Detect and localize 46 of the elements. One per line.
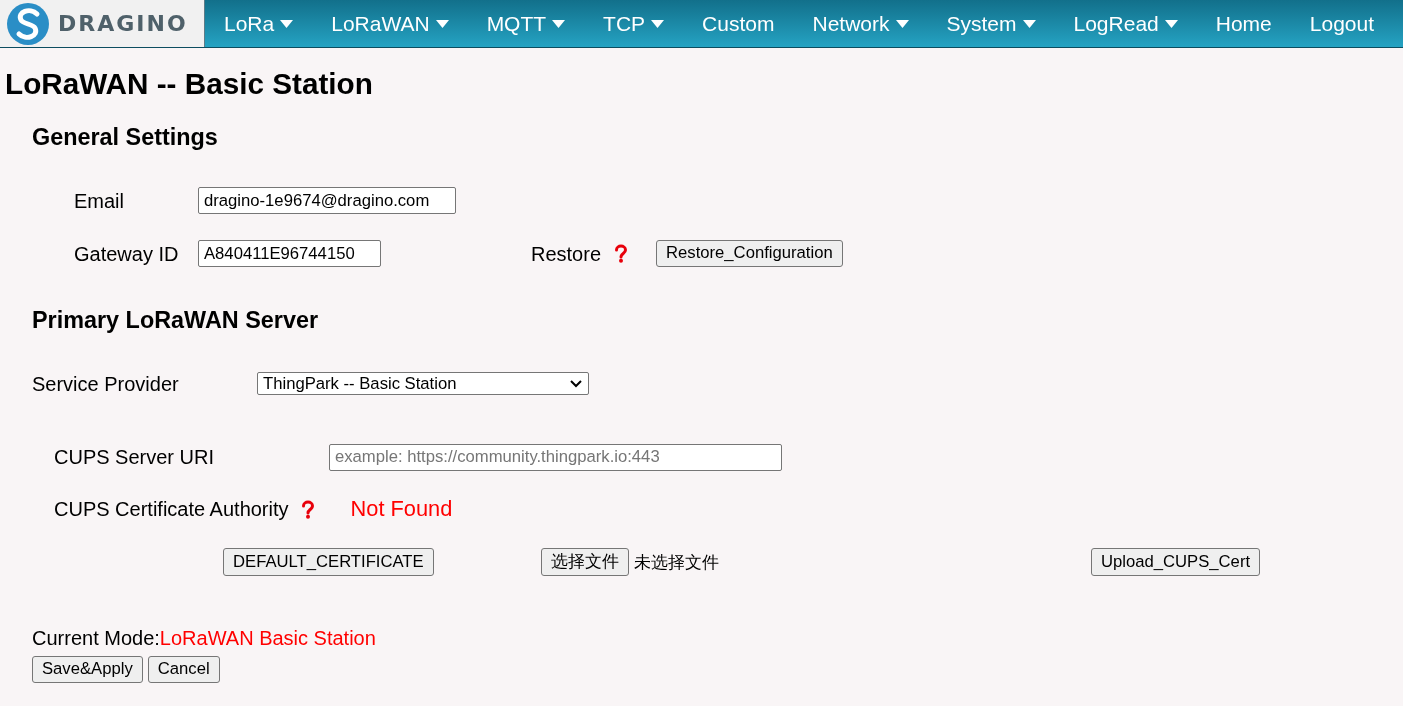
section-heading: Primary LoRaWAN Server bbox=[32, 306, 319, 334]
restore-configuration-button[interactable]: Restore_Configuration bbox=[656, 240, 843, 267]
page-title: LoRaWAN -- Basic Station bbox=[5, 67, 374, 101]
service-provider-select[interactable]: ThingPark -- Basic Station bbox=[257, 372, 589, 395]
current-mode-value: LoRaWAN Basic Station bbox=[159, 626, 376, 651]
help-icon[interactable] bbox=[614, 244, 629, 263]
chevron-down-icon bbox=[570, 379, 582, 388]
nav-item[interactable]: System bbox=[927, 0, 1055, 47]
field-label: Email bbox=[74, 188, 125, 214]
caret-icon bbox=[435, 19, 449, 28]
nav-item[interactable]: LoRa bbox=[205, 0, 313, 47]
field-label: CUPS Certificate Authority bbox=[54, 497, 289, 522]
nav-item[interactable]: LoRaWAN bbox=[312, 0, 468, 47]
cups-server-uri-field[interactable]: example: https://community.thingpark.io:443 bbox=[329, 443, 782, 471]
status-text: Not Found bbox=[350, 494, 453, 523]
nav-item[interactable]: Logout bbox=[1290, 0, 1394, 47]
field-label: CUPS Server URI bbox=[54, 445, 216, 470]
logo-icon bbox=[6, 1, 50, 46]
logo-area[interactable]: DRAGINO bbox=[0, 0, 205, 47]
field-label: Restore bbox=[531, 241, 602, 267]
caret-icon bbox=[895, 19, 909, 28]
field-label: Service Provider bbox=[32, 371, 180, 397]
caret-icon bbox=[1164, 19, 1178, 28]
default-certificate-button[interactable]: DEFAULT_CERTIFICATE bbox=[223, 548, 434, 576]
nav-item[interactable]: LogRead bbox=[1054, 0, 1197, 47]
cancel-button[interactable]: Cancel bbox=[147, 656, 220, 683]
file-status-text: 未选择文件 bbox=[634, 551, 719, 574]
email-field[interactable]: dragino-1e9674@dragino.com bbox=[198, 187, 456, 214]
save-apply-button[interactable]: Save&Apply bbox=[32, 656, 143, 683]
logo-text: DRAGINO bbox=[58, 10, 188, 38]
gateway-id-field[interactable]: A840411E96744150 bbox=[198, 240, 381, 267]
nav-item[interactable]: Home bbox=[1196, 0, 1291, 47]
current-mode-label: Current Mode: bbox=[32, 626, 160, 651]
caret-icon bbox=[552, 19, 566, 28]
caret-icon bbox=[651, 19, 665, 28]
upload-cups-cert-button[interactable]: Upload_CUPS_Cert bbox=[1091, 548, 1261, 576]
caret-icon bbox=[280, 19, 294, 28]
nav-item[interactable]: Network bbox=[793, 0, 928, 47]
nav-item[interactable]: MQTT bbox=[467, 0, 585, 47]
section-heading: General Settings bbox=[32, 123, 219, 151]
nav-item[interactable]: TCP bbox=[584, 0, 684, 47]
help-icon[interactable] bbox=[300, 499, 315, 519]
choose-file-button[interactable]: 选择文件 bbox=[541, 548, 629, 576]
nav-item[interactable]: Custom bbox=[683, 0, 794, 47]
caret-icon bbox=[1022, 19, 1036, 28]
field-label: Gateway ID bbox=[74, 241, 180, 267]
